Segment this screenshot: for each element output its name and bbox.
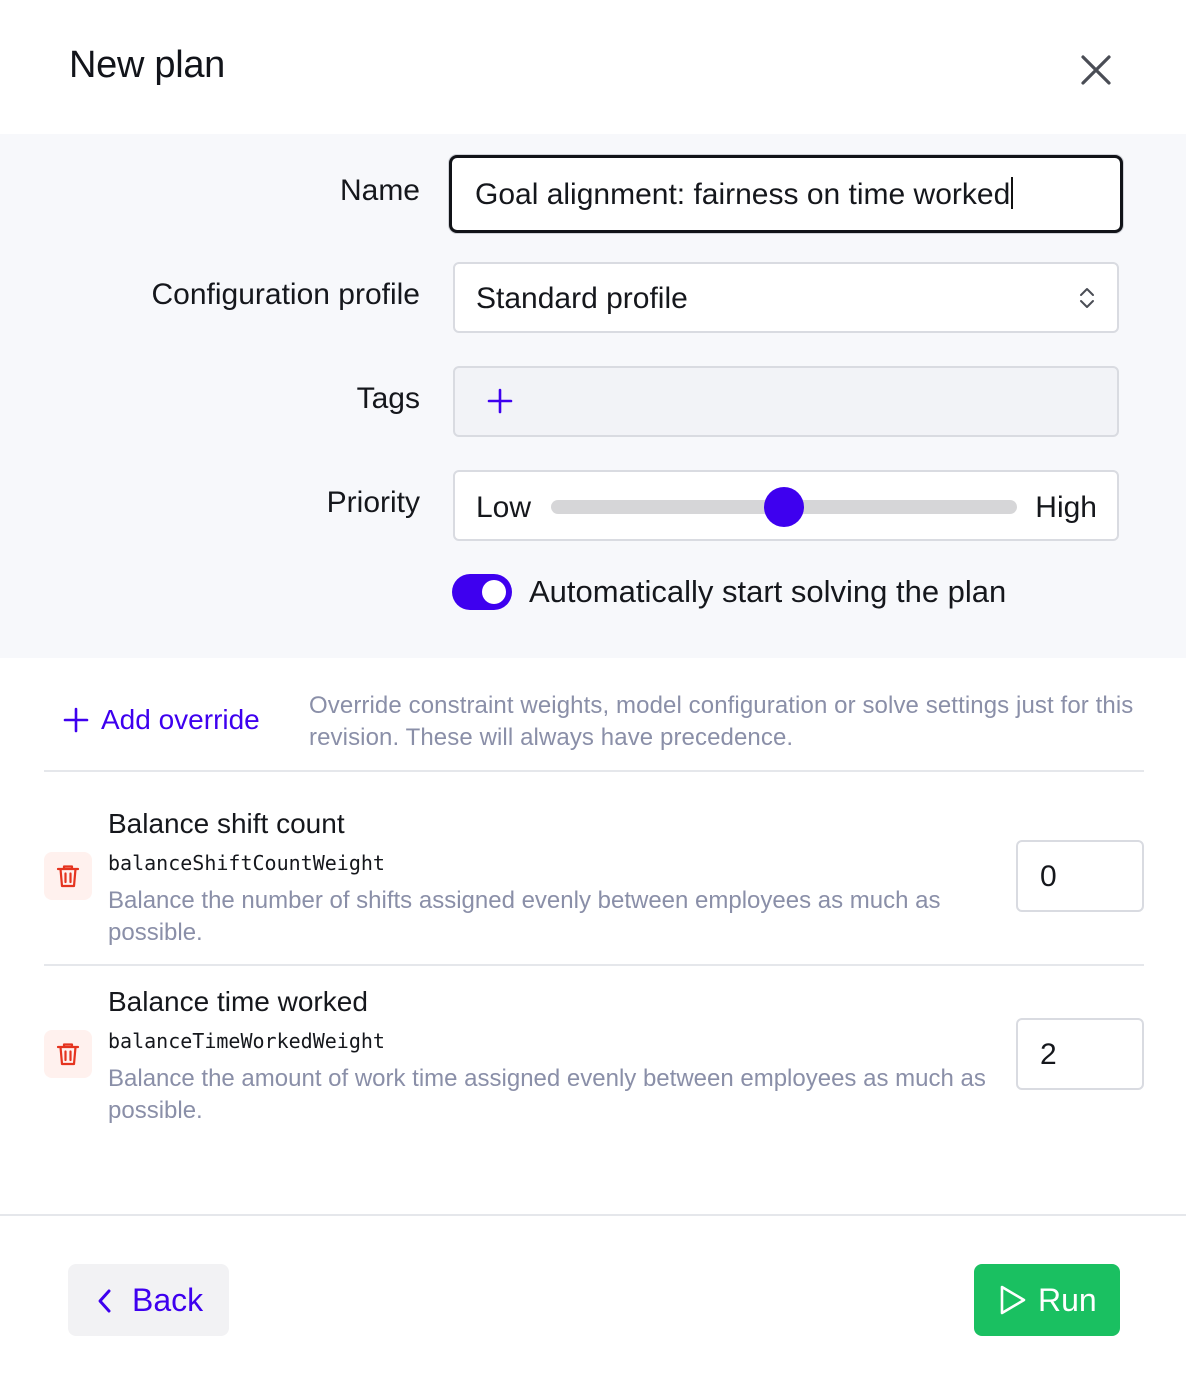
profile-select[interactable]: Standard profile — [453, 262, 1119, 333]
add-override-label: Add override — [101, 704, 260, 735]
tags-input[interactable] — [453, 366, 1119, 437]
override-title: Balance time worked — [108, 986, 368, 1017]
close-button[interactable] — [1072, 46, 1120, 94]
override-weight-value: 0 — [1040, 860, 1057, 893]
name-input[interactable]: Goal alignment: fairness on time worked — [449, 155, 1123, 233]
trash-icon — [56, 1043, 80, 1066]
plus-icon[interactable] — [485, 386, 515, 416]
chevron-up-down-icon — [1080, 288, 1094, 308]
tags-label: Tags — [356, 382, 420, 415]
override-weight-input[interactable]: 2 — [1016, 1018, 1144, 1090]
back-button[interactable]: Back — [68, 1264, 229, 1336]
name-label: Name — [339, 174, 420, 207]
priority-slider-box: Low High — [453, 470, 1119, 541]
plus-icon — [63, 707, 89, 733]
name-value: Goal alignment: fairness on time worked — [475, 178, 1011, 211]
close-icon — [1081, 55, 1111, 85]
dialog-title: New plan — [69, 44, 226, 86]
add-override-button[interactable]: Add override — [63, 704, 260, 736]
override-description: Balance the amount of work time assigned… — [108, 1065, 986, 1124]
override-title: Balance shift count — [108, 808, 345, 839]
priority-low-label: Low — [476, 491, 532, 524]
divider — [44, 770, 1144, 772]
back-label: Back — [132, 1282, 204, 1318]
override-weight-input[interactable]: 0 — [1016, 840, 1144, 912]
profile-value: Standard profile — [476, 282, 688, 315]
override-key: balanceTimeWorkedWeight — [108, 1029, 385, 1053]
run-button[interactable]: Run — [974, 1264, 1120, 1336]
run-label: Run — [1038, 1282, 1097, 1318]
auto-start-label: Automatically start solving the plan — [529, 574, 1007, 609]
auto-start-toggle[interactable] — [452, 574, 512, 610]
override-description: Balance the number of shifts assigned ev… — [108, 887, 941, 946]
priority-label: Priority — [326, 486, 420, 519]
override-weight-value: 2 — [1040, 1038, 1057, 1071]
profile-label: Configuration profile — [151, 278, 421, 311]
plan-form: Name Goal alignment: fairness on time wo… — [0, 134, 1186, 658]
chevron-left-icon — [98, 1289, 111, 1313]
trash-icon — [56, 865, 80, 888]
delete-override-button[interactable] — [44, 852, 92, 900]
toggle-knob — [482, 580, 506, 604]
play-icon — [1000, 1285, 1026, 1315]
dialog-header: New plan — [0, 0, 1186, 134]
footer-divider — [0, 1214, 1186, 1216]
text-caret — [1011, 177, 1014, 209]
override-help-text: Override constraint weights, model confi… — [309, 692, 1134, 751]
priority-slider-track[interactable] — [551, 487, 1017, 527]
priority-slider-thumb[interactable] — [764, 487, 804, 527]
divider — [44, 964, 1144, 966]
delete-override-button[interactable] — [44, 1030, 92, 1078]
priority-high-label: High — [1035, 491, 1097, 524]
override-key: balanceShiftCountWeight — [108, 851, 385, 875]
